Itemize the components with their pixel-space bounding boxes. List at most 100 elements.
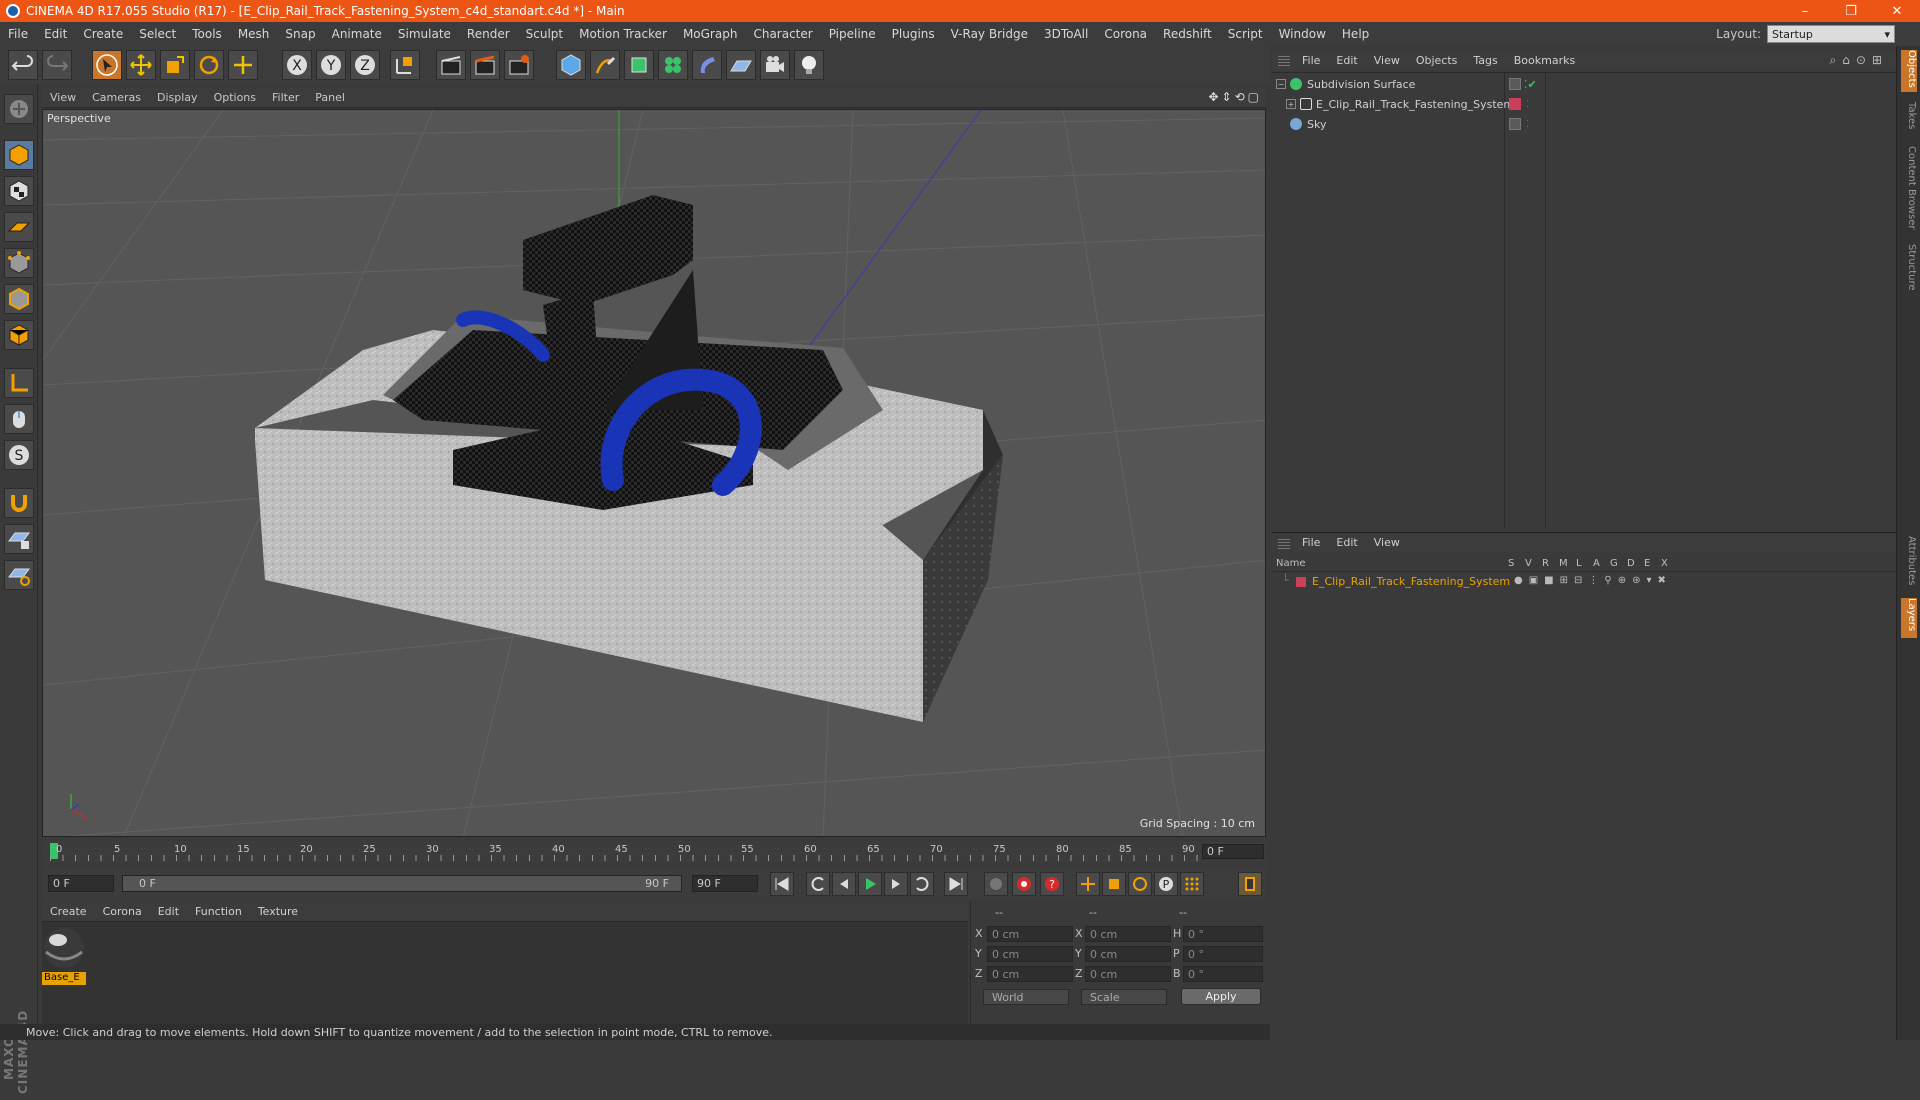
object-menu-file[interactable]: File [1294, 54, 1328, 67]
close-button[interactable]: ✕ [1874, 0, 1920, 22]
move-tool-button[interactable] [126, 50, 156, 80]
tab-attributes[interactable]: Attributes [1901, 536, 1917, 594]
previous-key-button[interactable] [806, 872, 830, 896]
transform-tool-button[interactable] [228, 50, 258, 80]
render-settings-button[interactable] [504, 50, 534, 80]
workplane-mode-button[interactable] [4, 212, 34, 242]
z-axis-lock-button[interactable]: Z [350, 50, 380, 80]
tab-structure[interactable]: Structure [1901, 244, 1917, 300]
timeline-ruler[interactable]: 0 5 10 15 20 25 30 35 40 45 50 55 60 65 … [42, 841, 1266, 863]
layer-row[interactable]: └ E_Clip_Rail_Track_Fastening_System ●▣■… [1272, 574, 1896, 590]
menu-corona[interactable]: Corona [1096, 27, 1155, 41]
deformer-button[interactable] [692, 50, 722, 80]
keyframe-selection-button[interactable]: ? [1040, 872, 1064, 896]
viewport-menu-panel[interactable]: Panel [307, 91, 353, 104]
viewport-menu-cameras[interactable]: Cameras [84, 91, 149, 104]
material-menu-create[interactable]: Create [42, 905, 95, 918]
menu-motion-tracker[interactable]: Motion Tracker [571, 27, 675, 41]
snap-button[interactable]: S [4, 440, 34, 470]
lock-workplane-button[interactable] [4, 524, 34, 554]
object-menu-view[interactable]: View [1366, 54, 1408, 67]
menu-tools[interactable]: Tools [184, 27, 230, 41]
cloner-button[interactable] [658, 50, 688, 80]
x-axis-lock-button[interactable]: X [282, 50, 312, 80]
rotation-h-field[interactable]: 0 ° [1183, 926, 1263, 942]
enable-axis-button[interactable] [4, 368, 34, 398]
layer-color-swatch[interactable] [1296, 577, 1306, 587]
menu-file[interactable]: File [0, 27, 36, 41]
tab-content-browser[interactable]: Content Browser [1901, 146, 1917, 236]
magnet-button[interactable] [4, 488, 34, 518]
menu-vray-bridge[interactable]: V-Ray Bridge [943, 27, 1036, 41]
record-position-button[interactable] [1076, 872, 1100, 896]
layer-tag-icon[interactable] [1509, 78, 1521, 90]
visibility-dots-icon[interactable]: ⁚ [1526, 99, 1529, 110]
play-button[interactable] [858, 872, 882, 896]
viewport-menu-view[interactable]: View [42, 91, 84, 104]
edges-mode-button[interactable] [4, 284, 34, 314]
go-to-start-button[interactable] [770, 872, 794, 896]
size-mode-dropdown[interactable]: Scale [1081, 989, 1167, 1005]
y-axis-lock-button[interactable]: Y [316, 50, 346, 80]
rotate-tool-button[interactable] [194, 50, 224, 80]
coordinate-system-button[interactable] [390, 50, 420, 80]
undo-button[interactable] [8, 50, 38, 80]
record-rotation-button[interactable] [1128, 872, 1152, 896]
tab-objects[interactable]: Objects [1901, 50, 1917, 92]
rotation-b-field[interactable]: 0 ° [1183, 966, 1263, 982]
size-x-field[interactable]: 0 cm [1085, 926, 1171, 942]
start-frame-field[interactable]: 0 F [48, 875, 114, 892]
position-x-field[interactable]: 0 cm [987, 926, 1073, 942]
layout-dropdown[interactable]: Startup ▾ [1767, 25, 1895, 43]
live-selection-button[interactable] [92, 50, 122, 80]
record-scale-button[interactable] [1102, 872, 1126, 896]
menu-edit[interactable]: Edit [36, 27, 75, 41]
model-mode-button[interactable] [4, 140, 34, 170]
tree-expand-icon[interactable]: + [1286, 99, 1296, 109]
viewport-menu-options[interactable]: Options [206, 91, 264, 104]
end-frame-field[interactable]: 90 F [692, 875, 758, 892]
render-view-button[interactable] [436, 50, 466, 80]
timeline-window-button[interactable] [1238, 872, 1262, 896]
scale-tool-button[interactable] [160, 50, 190, 80]
redo-button[interactable] [42, 50, 72, 80]
layer-flags-icons[interactable]: ●▣■⊞⊟⋮⚲⊕⊛▾✖ [1514, 575, 1672, 586]
cube-object-button[interactable] [556, 50, 586, 80]
panel-grip-icon[interactable] [1278, 536, 1290, 549]
go-to-end-button[interactable] [944, 872, 968, 896]
object-row-subdivision[interactable]: − Subdivision Surface ⁚✔ [1272, 75, 1896, 93]
object-manager-search-icon[interactable]: ⌕⌂⊙⊞ [1830, 53, 1888, 68]
polygons-mode-button[interactable] [4, 320, 34, 350]
layer-color-swatch[interactable] [1509, 98, 1521, 110]
pen-spline-button[interactable] [590, 50, 620, 80]
layer-tag-icon[interactable] [1509, 118, 1521, 130]
menu-3dtoall[interactable]: 3DToAll [1036, 27, 1096, 41]
menu-pipeline[interactable]: Pipeline [821, 27, 884, 41]
viewport-nav-icons[interactable]: ✥⇕⟲▢ [1208, 90, 1262, 104]
restore-button[interactable]: ❐ [1828, 0, 1874, 22]
tab-layers[interactable]: Layers [1901, 598, 1917, 638]
tweak-mode-button[interactable] [4, 404, 34, 434]
coordinate-mode-dropdown[interactable]: World [983, 989, 1069, 1005]
layer-menu-edit[interactable]: Edit [1328, 536, 1365, 549]
tab-takes[interactable]: Takes [1901, 102, 1917, 136]
texture-mode-button[interactable] [4, 176, 34, 206]
object-row-eclip[interactable]: + E_Clip_Rail_Track_Fastening_System ⁚ [1272, 95, 1896, 113]
menu-help[interactable]: Help [1334, 27, 1377, 41]
menu-character[interactable]: Character [745, 27, 820, 41]
menu-animate[interactable]: Animate [324, 27, 390, 41]
planar-workplane-button[interactable] [4, 560, 34, 590]
viewport-menu-display[interactable]: Display [149, 91, 206, 104]
object-row-sky[interactable]: Sky ⁚ [1272, 115, 1896, 133]
record-keys-button[interactable] [984, 872, 1008, 896]
subdivision-surface-button[interactable] [624, 50, 654, 80]
material-menu-function[interactable]: Function [187, 905, 250, 918]
points-mode-button[interactable] [4, 248, 34, 278]
camera-button[interactable] [760, 50, 790, 80]
current-frame-field[interactable]: 0 F [1202, 844, 1264, 859]
perspective-viewport[interactable]: Perspective Grid Spacing : 10 cm [42, 109, 1266, 837]
size-y-field[interactable]: 0 cm [1085, 946, 1171, 962]
autokey-button[interactable] [1012, 872, 1036, 896]
menu-create[interactable]: Create [75, 27, 131, 41]
minimize-button[interactable]: – [1782, 0, 1828, 22]
